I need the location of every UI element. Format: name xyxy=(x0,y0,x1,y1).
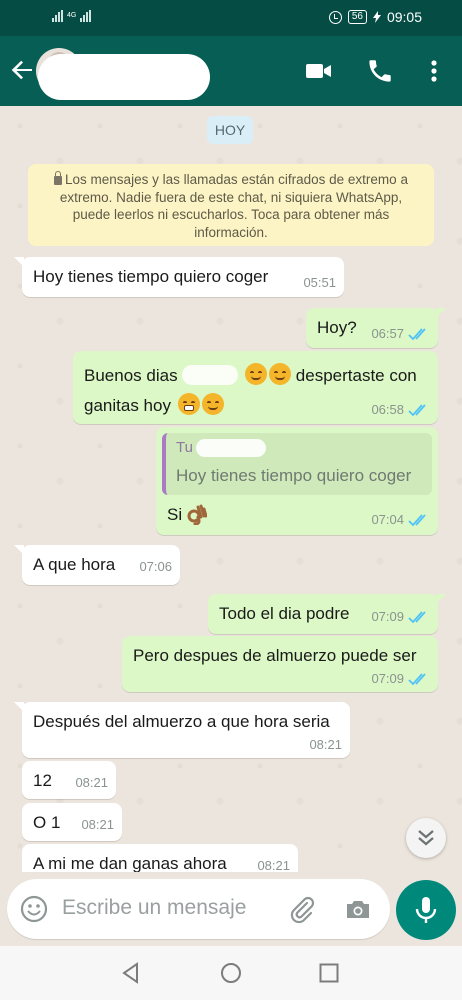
message-text: 12 xyxy=(33,771,52,790)
message-text: Hoy tienes tiempo quiero coger xyxy=(33,267,269,286)
camera-icon[interactable] xyxy=(343,894,373,924)
quote-text: Hoy tienes tiempo quiero coger xyxy=(176,466,412,485)
message-time: 06:58 xyxy=(371,402,404,417)
charging-icon xyxy=(372,11,381,23)
message-bubble[interactable]: Buenos dias despertaste con ganitas hoy … xyxy=(73,351,438,424)
message-input-placeholder: Escribe un mensaje xyxy=(62,896,247,919)
signal-icon xyxy=(52,10,63,22)
redacted-name xyxy=(182,365,239,385)
message-bubble[interactable]: Todo el dia podre 07:09 xyxy=(208,594,446,634)
nav-back-icon[interactable] xyxy=(119,961,143,985)
message-bubble[interactable]: Hoy tienes tiempo quiero coger 05:51 xyxy=(14,257,344,297)
read-receipt-icon xyxy=(408,404,426,417)
message-time: 08:21 xyxy=(75,775,108,790)
message-text-part: ganitas hoy xyxy=(84,396,171,415)
message-text: A mi me dan ganas ahora xyxy=(33,854,227,873)
smiling-emoji-icon xyxy=(245,363,268,385)
nav-recents-icon[interactable] xyxy=(317,961,341,985)
message-text: O 1 xyxy=(33,813,61,832)
date-chip: HOY xyxy=(207,116,253,144)
encryption-notice[interactable]: Los mensajes y las llamadas están cifrad… xyxy=(28,164,434,246)
voice-call-icon[interactable] xyxy=(365,56,395,86)
smirk-emoji-icon xyxy=(269,363,292,385)
message-bubble[interactable]: 12 08:21 xyxy=(22,761,116,799)
message-bubble[interactable]: Después del almuerzo a que hora seria 08… xyxy=(14,702,350,758)
message-text: Hoy? xyxy=(317,318,357,337)
read-receipt-icon xyxy=(408,514,426,527)
message-text: Después del almuerzo a que hora seria xyxy=(33,712,330,731)
voice-message-button[interactable] xyxy=(396,880,456,940)
lock-icon xyxy=(54,171,63,185)
signal-indicators: 4G xyxy=(52,10,92,22)
read-receipt-icon xyxy=(408,611,426,624)
message-time: 08:21 xyxy=(257,858,290,873)
system-nav-bar xyxy=(0,946,462,1000)
message-text: Buenos dias despertaste con ganitas hoy xyxy=(84,361,417,421)
ok-hand-emoji-icon xyxy=(187,504,207,525)
message-bubble[interactable]: Pero despues de almuerzo puede ser 07:09 xyxy=(122,636,438,692)
contact-name-redacted[interactable] xyxy=(38,54,210,100)
status-right: 56 09:05 xyxy=(328,9,422,25)
emoji-icon[interactable] xyxy=(19,894,49,924)
grimacing-emoji-icon xyxy=(177,393,200,415)
message-time: 07:06 xyxy=(139,559,172,574)
status-bar: 4G 56 09:05 xyxy=(0,0,462,36)
alarm-icon xyxy=(328,10,342,24)
message-text: Todo el dia podre xyxy=(219,604,350,623)
message-time: 08:21 xyxy=(81,817,114,832)
quote-author: Tu xyxy=(176,439,193,456)
video-call-icon[interactable] xyxy=(303,56,333,86)
nav-home-icon[interactable] xyxy=(219,961,243,985)
message-time: 07:09 xyxy=(371,671,404,686)
chat-area[interactable]: HOY Los mensajes y las llamadas están ci… xyxy=(0,106,462,946)
quoted-message[interactable]: Tu Hoy tienes tiempo quiero coger xyxy=(162,433,432,495)
message-input[interactable]: Escribe un mensaje xyxy=(7,879,390,939)
message-text-part: despertaste con xyxy=(295,366,417,385)
message-text: Si xyxy=(167,503,207,525)
more-options-icon[interactable] xyxy=(419,56,449,86)
scroll-to-bottom-button[interactable] xyxy=(406,818,446,858)
status-time: 09:05 xyxy=(386,9,422,25)
microphone-icon xyxy=(415,897,437,923)
back-arrow-icon[interactable] xyxy=(8,56,36,84)
message-bubble[interactable]: O 1 08:21 xyxy=(22,803,122,841)
message-bubble[interactable]: Hoy? 06:57 xyxy=(306,308,446,348)
battery-level: 56 xyxy=(347,10,367,24)
reply-message-bubble[interactable]: Tu Hoy tienes tiempo quiero coger Si 07:… xyxy=(156,427,438,535)
network-type-label: 4G xyxy=(67,12,77,19)
double-chevron-down-icon xyxy=(418,830,434,846)
message-time: 07:09 xyxy=(371,609,404,624)
message-time: 06:57 xyxy=(371,326,404,341)
message-text-part: Buenos dias xyxy=(84,366,178,385)
message-time: 07:04 xyxy=(371,512,404,527)
attach-icon[interactable] xyxy=(287,894,317,924)
message-time: 08:21 xyxy=(309,737,342,752)
message-bubble[interactable]: A que hora 07:06 xyxy=(14,545,180,585)
message-text: A que hora xyxy=(33,555,116,574)
composer-bar: Escribe un mensaje xyxy=(0,872,462,946)
smirk-emoji-icon xyxy=(201,393,224,415)
message-time: 05:51 xyxy=(303,275,336,290)
redacted-quote-author xyxy=(196,439,266,457)
read-receipt-icon xyxy=(408,328,426,341)
message-text-part: Si xyxy=(167,505,183,524)
chat-header xyxy=(0,36,462,106)
read-receipt-icon xyxy=(408,673,426,686)
encryption-notice-text: Los mensajes y las llamadas están cifrad… xyxy=(59,172,408,240)
message-text: Pero despues de almuerzo puede ser xyxy=(133,646,417,665)
signal-icon-2 xyxy=(80,10,92,22)
